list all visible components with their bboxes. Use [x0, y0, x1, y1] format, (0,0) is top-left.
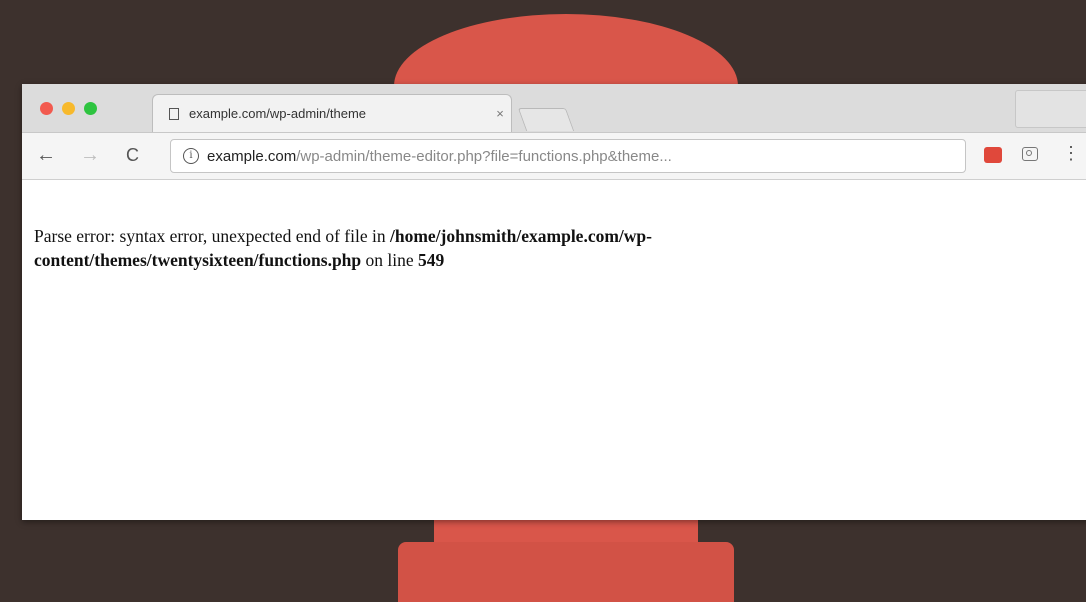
maximize-window-button[interactable] [84, 102, 97, 115]
page-icon [169, 107, 179, 120]
error-message: : syntax error, unexpected end of file i… [110, 226, 390, 246]
menu-icon[interactable]: ⋮ [1062, 143, 1080, 164]
php-error-message: Parse error: syntax error, unexpected en… [34, 224, 974, 272]
back-button[interactable]: ← [36, 143, 56, 167]
extension-icon[interactable] [984, 147, 1002, 163]
tab-title: example.com/wp-admin/theme [189, 106, 367, 121]
tab-strip: example.com/wp-admin/theme × [22, 84, 1086, 133]
url-path: /wp-admin/theme-editor.php?file=function… [296, 147, 672, 165]
reload-button[interactable]: C [126, 143, 139, 167]
browser-window: example.com/wp-admin/theme × ← → C i exa… [22, 84, 1086, 520]
address-bar[interactable]: i example.com /wp-admin/theme-editor.php… [170, 139, 966, 173]
info-icon[interactable]: i [183, 148, 199, 164]
decorative-stand-base [398, 542, 734, 602]
tab-close-icon[interactable]: × [489, 106, 511, 121]
forward-button[interactable]: → [80, 143, 100, 167]
url-host: example.com [207, 147, 297, 165]
error-line-text: on line [361, 250, 419, 270]
minimize-window-button[interactable] [62, 102, 75, 115]
camera-extension-icon[interactable] [1022, 147, 1038, 161]
error-prefix: Parse error [34, 226, 111, 246]
tab-active[interactable]: example.com/wp-admin/theme × [152, 94, 512, 132]
profile-area [1015, 90, 1086, 128]
browser-toolbar: ← → C i example.com /wp-admin/theme-edit… [22, 133, 1086, 180]
page-content: Parse error: syntax error, unexpected en… [22, 180, 1086, 272]
error-line-number: 549 [418, 250, 445, 270]
close-window-button[interactable] [40, 102, 53, 115]
new-tab-button[interactable] [517, 108, 575, 131]
